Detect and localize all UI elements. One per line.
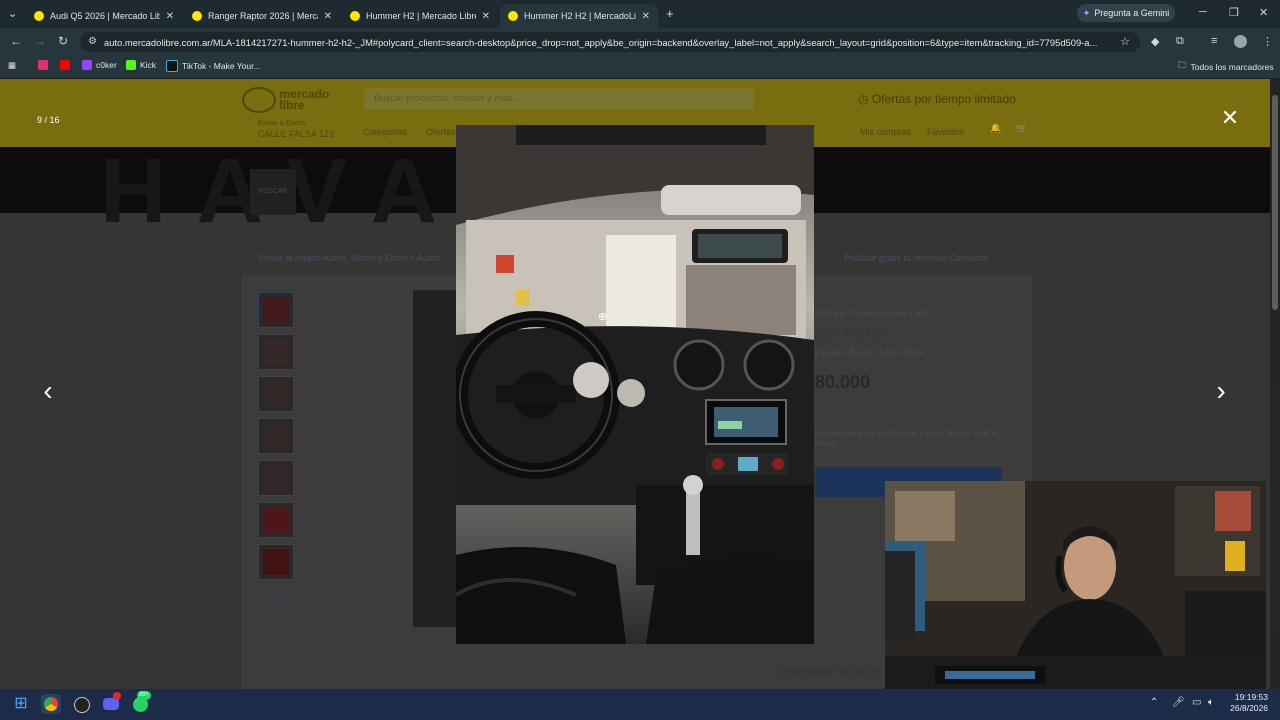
- notification-badge: [113, 692, 121, 700]
- chrome-taskbar-icon[interactable]: [41, 694, 61, 714]
- twitch-icon: [82, 60, 92, 70]
- new-tab-icon[interactable]: +: [666, 6, 674, 21]
- tab-title: Hummer H2 H2 | MercadoLibre: [524, 11, 636, 21]
- bookmark-label: TikTok - Make Your...: [182, 61, 261, 71]
- chrome-icon: [44, 697, 58, 711]
- mercadolibre-favicon-icon: [350, 11, 360, 21]
- tab-close-icon[interactable]: ✕: [324, 11, 332, 22]
- bookmark-label: c0ker: [96, 60, 117, 70]
- site-info-icon[interactable]: ⚙: [88, 36, 97, 47]
- bookmark-label: Kick: [140, 60, 157, 70]
- unread-badge: 99+: [137, 691, 152, 700]
- lightbox-photo[interactable]: [456, 125, 814, 644]
- bookmark-kick[interactable]: Kick: [126, 60, 156, 70]
- tab-search-icon[interactable]: ⌄: [8, 7, 17, 20]
- volume-icon[interactable]: 🔈︎: [1208, 697, 1214, 708]
- youtube-icon: [60, 60, 70, 70]
- minimize-icon[interactable]: ─: [1199, 6, 1207, 18]
- back-icon[interactable]: ←: [10, 34, 22, 48]
- menu-icon[interactable]: ⋮: [1262, 35, 1273, 48]
- discord-taskbar-icon[interactable]: [101, 692, 121, 714]
- windows-start-icon[interactable]: ⊞: [11, 694, 31, 714]
- system-clock[interactable]: 19:19:53 26/8/2026: [1224, 692, 1268, 714]
- tab-close-icon[interactable]: ✕: [166, 11, 174, 22]
- tab-title: Ranger Raptor 2026 | Mercado Libre: [208, 11, 318, 21]
- taskbar: [0, 689, 1280, 720]
- folder-icon: 🗀: [1178, 60, 1187, 70]
- mercadolibre-favicon-icon: [34, 11, 44, 21]
- bookmark-twitch[interactable]: c0ker: [82, 60, 117, 70]
- zoom-cursor-icon: ⊕: [598, 311, 608, 323]
- chevron-left-icon[interactable]: ‹: [33, 376, 63, 406]
- forward-icon[interactable]: →: [34, 34, 46, 48]
- apps-icon[interactable]: ▦: [8, 60, 16, 71]
- chevron-right-icon[interactable]: ›: [1206, 376, 1236, 406]
- bookmark-instagram[interactable]: [38, 60, 48, 70]
- tiktok-icon: [166, 60, 178, 72]
- obs-taskbar-icon[interactable]: [71, 694, 91, 714]
- tray-expand-icon[interactable]: ⌃: [1150, 697, 1158, 708]
- all-bookmarks-label: Todos los marcadores: [1190, 62, 1274, 72]
- extension-icon[interactable]: ◆: [1151, 35, 1159, 48]
- instagram-icon: [38, 60, 48, 70]
- webcam-feed: [885, 481, 1266, 694]
- gemini-button[interactable]: ✦ Pregunta a Gemini: [1077, 4, 1175, 22]
- kick-icon: [126, 60, 136, 70]
- address-bar[interactable]: ⚙ auto.mercadolibre.com.ar/MLA-181421727…: [80, 32, 1140, 52]
- tab-title: Hummer H2 | Mercado Libre 🇦🇷: [366, 10, 476, 21]
- tab-title: Audi Q5 2026 | Mercado Libre Argentina: [50, 11, 160, 21]
- bookmark-youtube[interactable]: [60, 60, 70, 70]
- tab-close-icon[interactable]: ✕: [482, 11, 490, 22]
- clock-date: 26/8/2026: [1230, 703, 1268, 713]
- mercadolibre-favicon-icon: [508, 11, 518, 21]
- bookmark-star-icon[interactable]: ☆: [1120, 35, 1130, 48]
- reading-list-icon[interactable]: ≡: [1211, 35, 1217, 47]
- profile-avatar[interactable]: [1234, 35, 1247, 48]
- whatsapp-taskbar-icon[interactable]: 99+: [131, 691, 152, 714]
- clock-time: 19:19:53: [1234, 692, 1268, 702]
- tab-hummer-search[interactable]: Hummer H2 | Mercado Libre 🇦🇷 ✕: [342, 4, 498, 28]
- network-icon[interactable]: ▭: [1192, 697, 1201, 708]
- mercadolibre-favicon-icon: [192, 11, 202, 21]
- gemini-label: Pregunta a Gemini: [1094, 8, 1170, 18]
- tab-audi[interactable]: Audi Q5 2026 | Mercado Libre Argentina ✕: [26, 4, 182, 28]
- window-close-icon[interactable]: ✕: [1259, 6, 1268, 19]
- url-text: auto.mercadolibre.com.ar/MLA-1814217271-…: [104, 36, 1098, 48]
- all-bookmarks[interactable]: 🗀 Todos los marcadores: [1178, 60, 1274, 74]
- tab-close-icon[interactable]: ✕: [642, 11, 650, 22]
- obs-icon: [74, 697, 90, 713]
- microphone-icon[interactable]: 🎤︎: [1172, 697, 1185, 708]
- webcam-image: [885, 481, 1266, 694]
- tab-ranger[interactable]: Ranger Raptor 2026 | Mercado Libre ✕: [184, 4, 340, 28]
- image-counter: 9 / 16: [37, 115, 60, 125]
- gemini-icon: ✦: [1082, 7, 1091, 18]
- restore-icon[interactable]: ❐: [1229, 6, 1239, 19]
- tab-hummer-item[interactable]: Hummer H2 H2 | MercadoLibre ✕: [500, 4, 658, 28]
- close-icon[interactable]: ✕: [1218, 106, 1242, 130]
- extensions-puzzle-icon[interactable]: ⧉: [1176, 35, 1184, 48]
- reload-icon[interactable]: ↻: [58, 34, 68, 48]
- bookmark-tiktok[interactable]: TikTok - Make Your...: [166, 60, 261, 72]
- car-interior-photo: [456, 125, 814, 644]
